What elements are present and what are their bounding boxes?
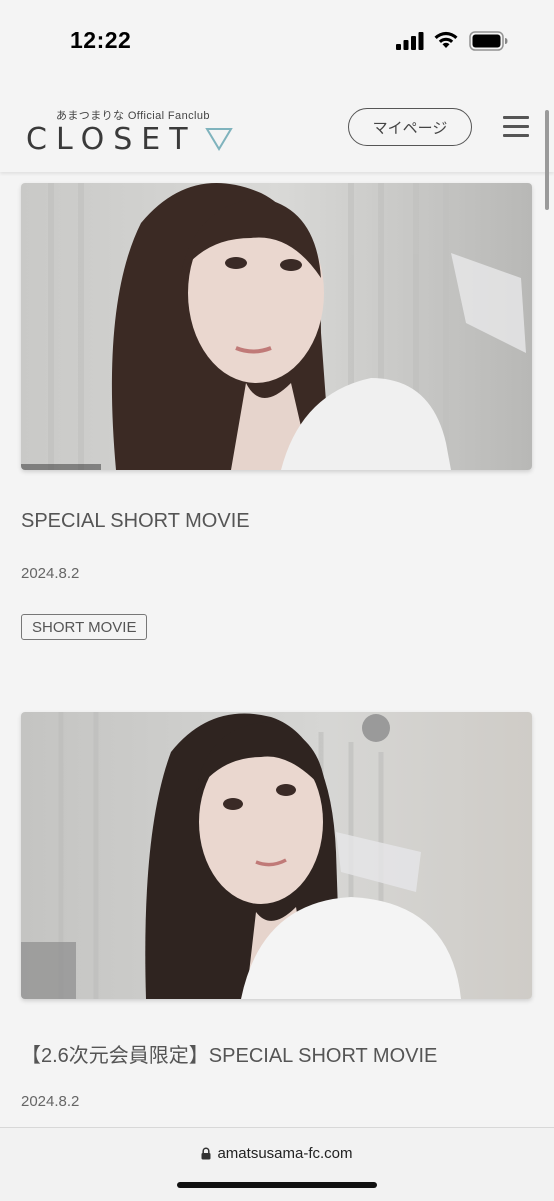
post-thumbnail[interactable] (21, 712, 532, 999)
cellular-signal-icon (396, 32, 424, 50)
hamburger-menu-icon[interactable] (503, 116, 529, 138)
logo-triangle-icon (205, 128, 233, 151)
post-date: 2024.8.2 (21, 565, 80, 582)
url-text[interactable]: amatsusama-fc.com (217, 1145, 352, 1162)
clock: 12:22 (70, 27, 132, 53)
battery-icon (469, 31, 508, 51)
browser-url-bar[interactable]: amatsusama-fc.com (0, 1127, 554, 1201)
lock-icon (201, 1147, 211, 1160)
post-tag[interactable]: SHORT MOVIE (21, 614, 148, 640)
mypage-button[interactable]: マイページ (348, 108, 472, 146)
status-bar: 12:22 (0, 0, 554, 80)
home-indicator[interactable] (177, 1182, 377, 1188)
post-thumbnail[interactable] (21, 183, 532, 470)
page-scrollbar[interactable] (545, 110, 549, 210)
post-title[interactable]: 【2.6次元会員限定】SPECIAL SHORT MOVIE (21, 1039, 437, 1068)
logo-subtitle: あまつまりな Official Fanclub (56, 110, 210, 122)
post-title[interactable]: SPECIAL SHORT MOVIE (21, 510, 250, 533)
logo-title[interactable]: CLOSET (26, 122, 197, 157)
wifi-icon (434, 31, 458, 48)
post-date: 2024.8.2 (21, 1093, 80, 1110)
site-header: あまつまりな Official Fanclub CLOSET マイページ (0, 80, 554, 172)
